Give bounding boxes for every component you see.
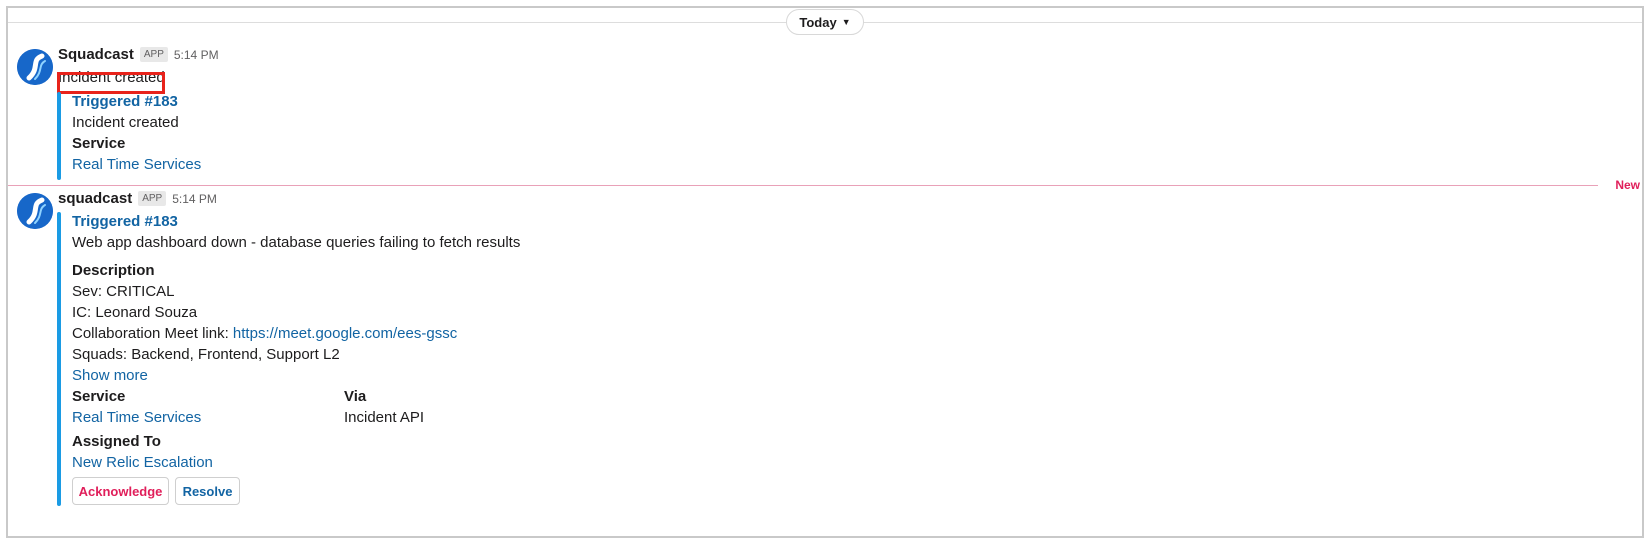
squadcast-logo-icon bbox=[17, 193, 53, 229]
date-divider-label: Today bbox=[799, 14, 837, 30]
sender-name[interactable]: squadcast bbox=[58, 190, 132, 207]
meet-link-prefix: Collaboration Meet link: bbox=[72, 325, 233, 342]
severity-text: Sev: CRITICAL bbox=[72, 283, 175, 300]
incident-subtitle: Incident created bbox=[72, 114, 179, 131]
description-label: Description bbox=[72, 262, 155, 279]
attachment-bar bbox=[57, 212, 61, 506]
sender-name[interactable]: Squadcast bbox=[58, 46, 134, 63]
incident-subtitle: Web app dashboard down - database querie… bbox=[72, 234, 521, 251]
show-more-link[interactable]: Show more bbox=[72, 366, 148, 386]
app-badge: APP bbox=[139, 47, 168, 62]
squadcast-logo-icon bbox=[17, 49, 53, 85]
service-label: Service bbox=[72, 388, 126, 405]
incident-title-link[interactable]: Triggered #183 bbox=[72, 212, 178, 232]
app-badge: APP bbox=[138, 191, 167, 206]
highlight-annotation bbox=[57, 72, 165, 94]
assigned-to-label: Assigned To bbox=[72, 433, 161, 450]
message-timestamp[interactable]: 5:14 PM bbox=[174, 48, 219, 62]
via-label: Via bbox=[344, 388, 367, 405]
squadcast-avatar[interactable] bbox=[17, 49, 53, 85]
squads-text: Squads: Backend, Frontend, Support L2 bbox=[72, 346, 340, 363]
incident-commander-text: IC: Leonard Souza bbox=[72, 304, 198, 321]
incident-title-link[interactable]: Triggered #183 bbox=[72, 92, 178, 112]
message-header: squadcast APP 5:14 PM bbox=[58, 190, 217, 207]
meet-link-line: Collaboration Meet link: https://meet.go… bbox=[72, 324, 457, 344]
chevron-down-icon: ▼ bbox=[841, 17, 851, 27]
resolve-button[interactable]: Resolve bbox=[175, 477, 240, 505]
assigned-to-link[interactable]: New Relic Escalation bbox=[72, 453, 213, 473]
squadcast-avatar[interactable] bbox=[17, 193, 53, 229]
message-header: Squadcast APP 5:14 PM bbox=[58, 46, 219, 63]
attachment-bar bbox=[57, 92, 61, 180]
via-value: Incident API bbox=[344, 409, 425, 426]
service-link[interactable]: Real Time Services bbox=[72, 155, 201, 175]
message-timestamp[interactable]: 5:14 PM bbox=[172, 192, 217, 206]
new-messages-divider bbox=[8, 185, 1598, 186]
new-messages-label: New bbox=[1615, 178, 1640, 192]
service-link[interactable]: Real Time Services bbox=[72, 408, 201, 428]
message-pane: Today ▼ Squadcast APP 5:14 PM Incident c… bbox=[6, 6, 1644, 538]
meet-link[interactable]: https://meet.google.com/ees-gssc bbox=[233, 325, 457, 342]
date-divider-button[interactable]: Today ▼ bbox=[786, 9, 864, 35]
service-label: Service bbox=[72, 135, 126, 152]
acknowledge-button[interactable]: Acknowledge bbox=[72, 477, 169, 505]
